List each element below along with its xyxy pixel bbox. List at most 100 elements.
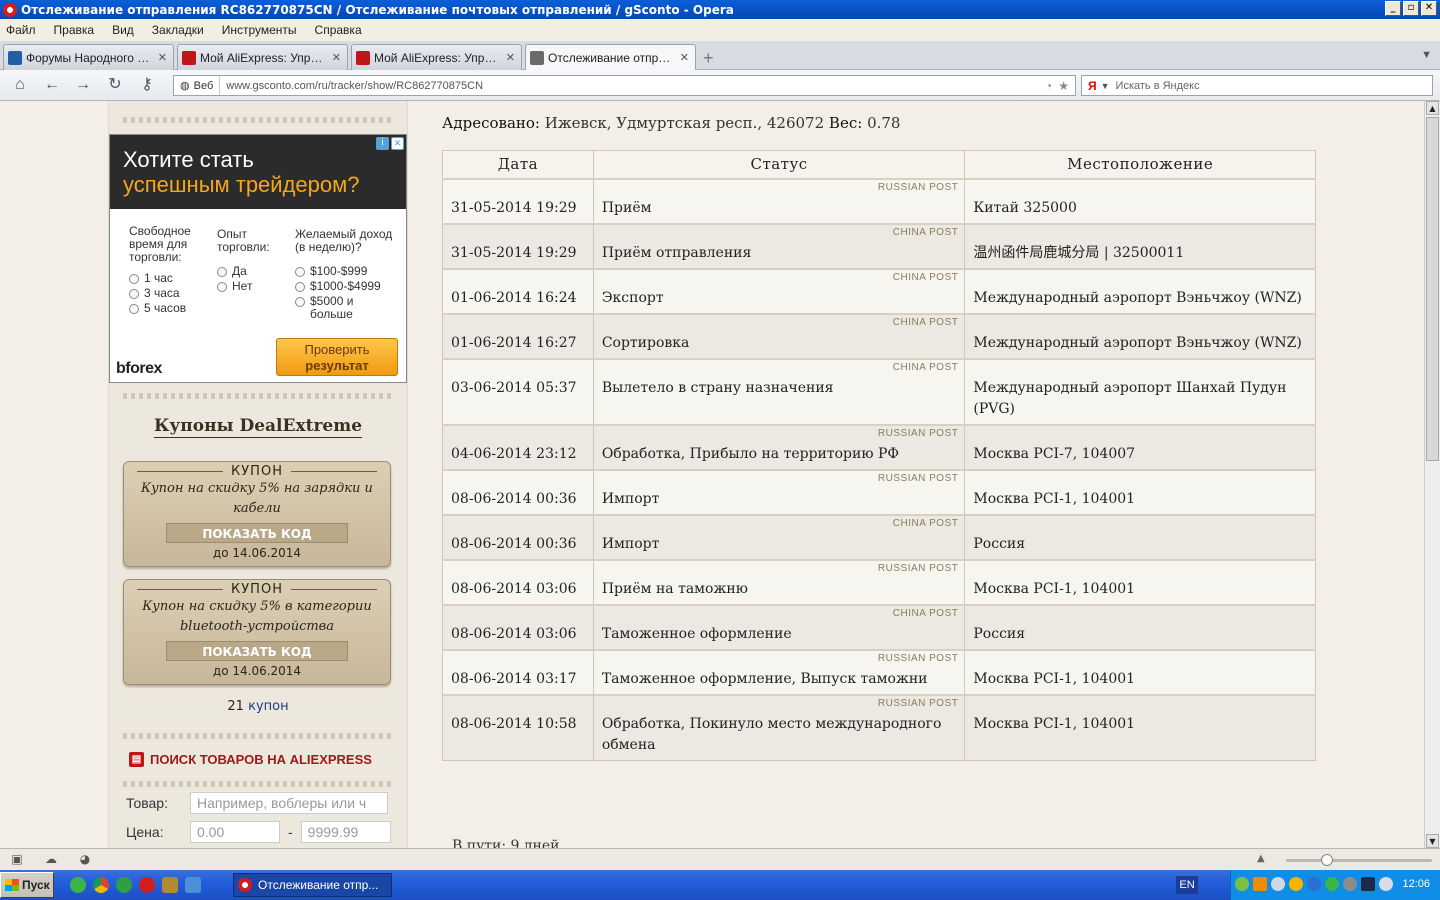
radio-icon[interactable] bbox=[129, 273, 139, 284]
cell-location: Москва PCI-1, 104001 bbox=[964, 468, 1316, 515]
tray-app-icon[interactable] bbox=[1325, 877, 1339, 891]
forward-arrow-icon[interactable]: → bbox=[73, 76, 93, 94]
search-field[interactable]: Я ▼ Искать в Яндекс bbox=[1081, 75, 1433, 96]
menu-help[interactable]: Справка bbox=[315, 23, 362, 37]
ad-option[interactable]: $100-$999 bbox=[295, 265, 403, 278]
cell-status: RUSSIAN POST Импорт bbox=[592, 468, 966, 515]
people-icon[interactable] bbox=[162, 877, 178, 893]
reload-icon[interactable]: ↻ bbox=[105, 76, 125, 94]
back-arrow-icon[interactable]: ← bbox=[42, 76, 62, 94]
cell-status: CHINA POST Экспорт bbox=[592, 267, 966, 314]
volume-icon[interactable] bbox=[1379, 877, 1393, 891]
coupons-title: Купоны DealExtreme bbox=[109, 416, 407, 438]
zoom-slider-knob[interactable] bbox=[1321, 854, 1333, 866]
start-button[interactable]: Пуск bbox=[0, 872, 54, 898]
cell-location-text: Китай 325000 bbox=[973, 199, 1077, 216]
rss-icon[interactable]: ◔ bbox=[1045, 79, 1052, 93]
tray-app-icon[interactable] bbox=[1343, 877, 1357, 891]
ad-option[interactable]: $5000 и больше bbox=[295, 295, 403, 321]
tab-label: Форумы Народного Инт… bbox=[26, 50, 152, 65]
coupon-count-link[interactable]: 21 купон bbox=[109, 699, 407, 714]
bookmark-star-icon[interactable]: ★ bbox=[1058, 79, 1069, 93]
tab-list-chevron-icon[interactable]: ▼ bbox=[1421, 49, 1432, 61]
panel-toggle-icon[interactable]: ▣ bbox=[9, 852, 25, 866]
menu-bookmarks[interactable]: Закладки bbox=[152, 23, 204, 37]
tab-close-icon[interactable]: ✕ bbox=[158, 51, 167, 64]
key-icon[interactable]: ⚷ bbox=[137, 76, 157, 94]
price-from-input[interactable]: 0.00 bbox=[190, 821, 280, 843]
show-code-button[interactable]: ПОКАЗАТЬ КОД bbox=[166, 523, 348, 543]
ad-option[interactable]: Да bbox=[217, 265, 287, 278]
cell-date-text: 01-06-2014 16:24 bbox=[451, 289, 577, 306]
address-field[interactable]: ◍ Веб www.gsconto.com/ru/tracker/show/RC8… bbox=[173, 75, 1076, 96]
scroll-down-arrow-icon[interactable]: ▼ bbox=[1426, 834, 1439, 848]
scroll-up-arrow-icon[interactable]: ▲ bbox=[1426, 101, 1439, 115]
search-engine-chevron-icon[interactable]: ▼ bbox=[1101, 81, 1110, 91]
cell-date: 08-06-2014 03:06 bbox=[442, 558, 594, 605]
ad-option[interactable]: 1 час bbox=[129, 272, 209, 285]
menu-view[interactable]: Вид bbox=[112, 23, 134, 37]
ad-option[interactable]: 3 часа bbox=[129, 287, 209, 300]
tab-forums[interactable]: Форумы Народного Инт… ✕ bbox=[3, 44, 174, 70]
icq-icon[interactable] bbox=[116, 877, 132, 893]
ad-question-income: Желаемый доход (в неделю)? $100-$999 $10… bbox=[295, 225, 403, 323]
ad-check-result-button[interactable]: Проверить результат bbox=[276, 338, 398, 376]
opera-unite-cloud-icon[interactable]: ☁ bbox=[43, 852, 59, 866]
zoom-slider[interactable] bbox=[1286, 854, 1432, 866]
coupons-title-text[interactable]: Купоны DealExtreme bbox=[153, 416, 363, 438]
menu-file[interactable]: Файл bbox=[6, 23, 36, 37]
ad-option[interactable]: $1000-$4999 bbox=[295, 280, 403, 293]
minimize-button[interactable]: _ bbox=[1385, 1, 1401, 16]
tray-app-icon[interactable] bbox=[1361, 877, 1375, 891]
home-icon[interactable]: ⌂ bbox=[10, 76, 30, 94]
tab-close-icon[interactable]: ✕ bbox=[332, 51, 341, 64]
ad-controls: i ✕ bbox=[376, 137, 404, 150]
ad-option[interactable]: Нет bbox=[217, 280, 287, 293]
radio-icon[interactable] bbox=[295, 297, 305, 307]
cell-date: 31-05-2014 19:29 bbox=[442, 177, 594, 224]
close-window-button[interactable]: ✕ bbox=[1421, 1, 1437, 16]
price-to-input[interactable]: 9999.99 bbox=[300, 821, 391, 843]
tray-app-icon[interactable] bbox=[1271, 877, 1285, 891]
tab-aliexpress-1[interactable]: Мой AliExpress: Управл… ✕ bbox=[177, 44, 348, 70]
radio-icon[interactable] bbox=[295, 281, 305, 292]
chrome-icon[interactable] bbox=[93, 877, 109, 893]
radio-icon[interactable] bbox=[217, 281, 227, 292]
search-input[interactable]: Искать в Яндекс bbox=[1116, 80, 1200, 92]
product-search-input[interactable]: Например, воблеры или ч bbox=[190, 792, 388, 814]
tray-app-icon[interactable] bbox=[1253, 877, 1267, 891]
ad-banner[interactable]: i ✕ Хотите стать успешным трейдером? Сво… bbox=[109, 134, 407, 383]
menu-tools[interactable]: Инструменты bbox=[222, 23, 297, 37]
radio-icon[interactable] bbox=[295, 266, 305, 277]
tab-tracking[interactable]: Отслеживание отправл… ✕ bbox=[525, 44, 696, 70]
ad-option-label: $1000-$4999 bbox=[310, 279, 381, 293]
radio-icon[interactable] bbox=[129, 303, 139, 314]
tray-app-icon[interactable] bbox=[1307, 877, 1321, 891]
ad-close-icon[interactable]: ✕ bbox=[391, 137, 404, 150]
maximize-button[interactable]: ▫ bbox=[1403, 1, 1419, 16]
tab-close-icon[interactable]: ✕ bbox=[506, 51, 515, 64]
new-tab-plus-icon[interactable]: + bbox=[703, 48, 714, 69]
tab-close-icon[interactable]: ✕ bbox=[680, 51, 689, 64]
show-code-button[interactable]: ПОКАЗАТЬ КОД bbox=[166, 641, 348, 661]
opera-icon[interactable] bbox=[139, 877, 155, 893]
page-scrollbar[interactable]: ▲ ▼ bbox=[1424, 101, 1440, 848]
tray-app-icon[interactable] bbox=[1235, 877, 1249, 891]
url-text[interactable]: www.gsconto.com/ru/tracker/show/RC862770… bbox=[220, 80, 1045, 92]
language-indicator[interactable]: EN bbox=[1176, 876, 1198, 894]
coupon-text: Купон на скидку 5% на зарядки и кабели bbox=[141, 481, 373, 516]
menu-edit[interactable]: Правка bbox=[54, 23, 95, 37]
ad-info-icon[interactable]: i bbox=[376, 137, 389, 150]
taskbar-item-opera[interactable]: Отслеживание отпр... bbox=[233, 873, 392, 897]
radio-icon[interactable] bbox=[217, 266, 227, 277]
cell-location-text: Россия bbox=[973, 625, 1026, 642]
scroll-thumb[interactable] bbox=[1426, 117, 1439, 461]
ad-option[interactable]: 5 часов bbox=[129, 302, 209, 315]
tray-app-icon[interactable] bbox=[1289, 877, 1303, 891]
utorrent-icon[interactable] bbox=[70, 877, 86, 893]
tab-aliexpress-2[interactable]: Мой AliExpress: Управл… ✕ bbox=[351, 44, 522, 70]
file-manager-icon[interactable] bbox=[185, 877, 201, 893]
radio-icon[interactable] bbox=[129, 288, 139, 299]
speedometer-icon[interactable]: ◕ bbox=[77, 852, 93, 866]
zoom-up-arrow-icon[interactable]: ▲ bbox=[1257, 853, 1265, 864]
